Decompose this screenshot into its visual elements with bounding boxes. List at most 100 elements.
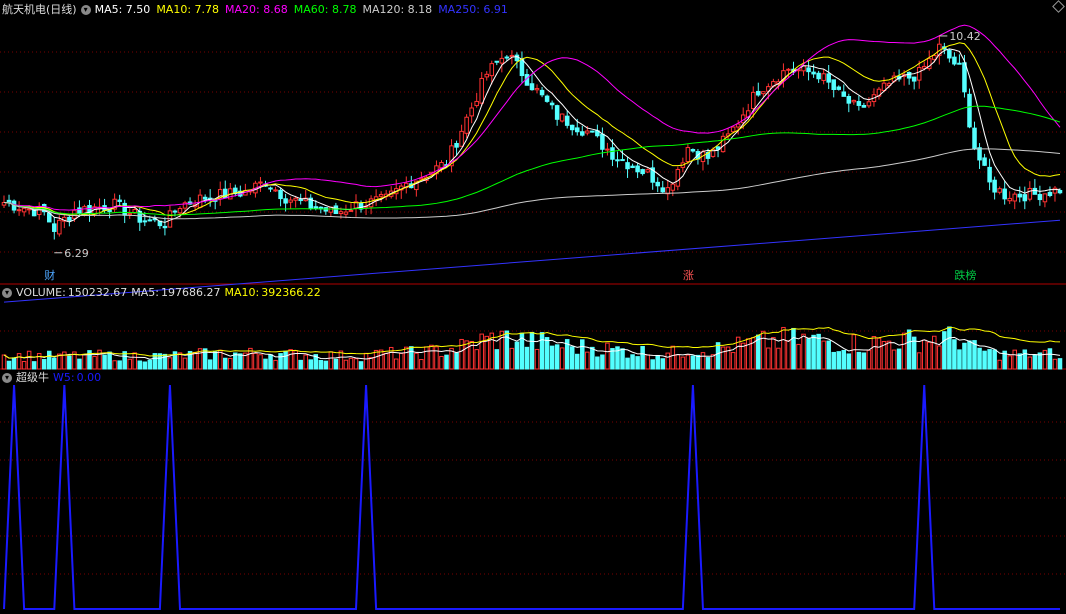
volume-bar <box>730 352 736 370</box>
candle-body <box>645 169 650 173</box>
candle-body <box>554 105 560 120</box>
volume-bar <box>308 359 314 370</box>
volume-bar <box>253 352 258 370</box>
volume-bar <box>690 355 696 370</box>
candle-body <box>846 96 852 104</box>
volume-bar <box>212 351 218 370</box>
volume-bar <box>1022 349 1028 370</box>
volume-bar <box>851 334 857 370</box>
candle-body <box>947 49 952 59</box>
candle-body <box>962 62 967 93</box>
volume-bar <box>901 332 907 370</box>
volume-bar <box>590 346 595 370</box>
volume-bar <box>876 337 882 370</box>
volume-bar <box>680 356 686 370</box>
volume-bar <box>393 358 399 370</box>
volume-bar <box>318 360 324 370</box>
volume-bar <box>1042 349 1048 370</box>
volume-bar <box>444 354 449 370</box>
volume-bar <box>600 354 605 370</box>
volume-bar <box>303 354 308 370</box>
candle-body <box>630 165 635 169</box>
volume-bar <box>228 357 233 370</box>
ma-legend: MA5: 7.50 MA10: 7.78 MA20: 8.68 MA60: 8.78 M… <box>95 3 514 17</box>
candle-body <box>580 131 585 136</box>
volume-bar <box>278 353 283 370</box>
event-marker-1[interactable]: 涨 <box>682 269 695 283</box>
candle-body <box>504 56 510 59</box>
volume-bar <box>911 336 917 370</box>
volume-bar <box>635 356 640 370</box>
volume-bar <box>891 349 897 370</box>
volume-bar <box>107 351 112 370</box>
candle-body <box>1052 187 1058 194</box>
candle-body <box>997 188 1002 193</box>
volume-bar <box>479 333 484 370</box>
line-ma120 <box>3 148 1061 220</box>
volume-bar <box>273 359 278 370</box>
candle-body <box>343 211 349 215</box>
candle-body <box>172 210 178 213</box>
candle-body <box>122 202 127 216</box>
volume-bar <box>41 359 47 370</box>
indicator-circle-icon[interactable]: ▾ <box>2 373 12 383</box>
candle-body <box>856 101 862 106</box>
candle-body <box>283 198 288 204</box>
volume-bar <box>343 359 349 370</box>
candle-body <box>52 223 57 232</box>
candle-body <box>378 193 384 197</box>
volume-bar <box>82 353 87 370</box>
volume-bar <box>424 346 429 370</box>
volume-circle-icon[interactable]: ▾ <box>2 288 12 298</box>
stock-chart[interactable]: 6.29 10.42 <box>0 0 1066 614</box>
volume-bar <box>645 354 650 370</box>
volume-bar <box>21 360 27 370</box>
candle-body <box>952 56 957 65</box>
volume-bar <box>494 349 500 370</box>
candle-body <box>911 76 917 82</box>
volume-bar <box>569 346 575 370</box>
candle-body <box>1022 194 1028 202</box>
volume-bar <box>1057 358 1063 370</box>
candle-body <box>268 187 273 190</box>
candle-body <box>685 147 691 162</box>
candle-body <box>761 91 766 95</box>
candle-body <box>514 54 520 62</box>
event-marker-0[interactable]: 财 <box>43 269 56 283</box>
volume-bar <box>620 348 625 370</box>
volume-bar <box>926 341 932 370</box>
volume-bar <box>771 337 776 370</box>
candle-body <box>932 54 937 60</box>
candle-body <box>529 83 535 91</box>
candle-body <box>77 207 82 214</box>
volume-bar <box>6 360 12 370</box>
volume-bar <box>409 346 414 370</box>
volume-bar <box>574 353 580 370</box>
candle-body <box>454 142 459 148</box>
volume-bar <box>786 340 791 370</box>
candle-body <box>177 208 183 214</box>
volume-bar <box>826 340 831 370</box>
candle-body <box>1057 189 1063 194</box>
volume-bar <box>353 358 359 370</box>
candle-body <box>786 68 791 71</box>
volume-bar <box>509 347 515 370</box>
volume-bar <box>625 357 630 370</box>
volume-bar <box>886 340 892 370</box>
event-marker-2[interactable]: 跌榜 <box>953 269 977 283</box>
volume-bar <box>529 331 535 370</box>
candle-body <box>348 209 354 212</box>
volume-bar <box>127 358 132 370</box>
volume-bar <box>670 345 676 370</box>
volume-bar <box>766 347 771 370</box>
candle-body <box>293 197 298 201</box>
volume-ma10-value: 392366.22 <box>261 286 321 299</box>
candle-body <box>117 199 122 202</box>
ma-legend-ma10: MA10: 7.78 <box>156 3 220 16</box>
settings-circle-icon[interactable]: ▾ <box>80 5 91 15</box>
volume-bar <box>997 359 1002 370</box>
candle-body <box>1032 187 1038 195</box>
candle-body <box>273 189 278 192</box>
candle-body <box>660 187 666 193</box>
candle-body <box>67 216 72 221</box>
